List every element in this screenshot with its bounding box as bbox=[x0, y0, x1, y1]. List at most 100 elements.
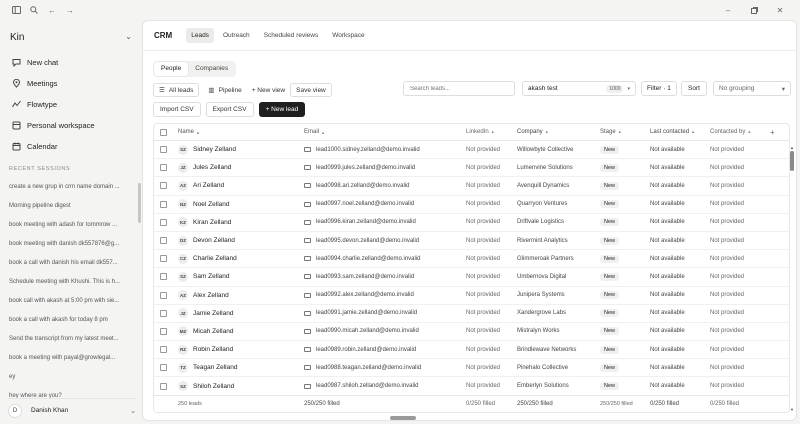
lead-name[interactable]: Alex Zelland bbox=[193, 292, 229, 299]
recent-session-item[interactable]: Schedule meeting with Khushi. This is h.… bbox=[9, 273, 134, 292]
recent-session-item[interactable]: book meeting with adash for tommrow ... bbox=[9, 216, 134, 235]
table-row[interactable]: AZ Alex Zelland lead0992.alex.zelland@demo… bbox=[154, 287, 789, 305]
lead-name[interactable]: Jamie Zelland bbox=[193, 310, 233, 317]
sidebar-item-personal-workspace[interactable]: Personal workspace bbox=[8, 115, 134, 136]
table-horizontal-scrollbar[interactable] bbox=[390, 416, 416, 420]
search-icon[interactable] bbox=[28, 4, 40, 16]
lead-name[interactable]: Shiloh Zelland bbox=[193, 383, 234, 390]
status-badge[interactable]: New bbox=[600, 345, 620, 354]
column-header-company[interactable]: Company ▲ bbox=[517, 129, 600, 135]
table-row[interactable]: SZ Shiloh Zelland lead0987.shiloh.zelland@… bbox=[154, 377, 789, 396]
row-checkbox[interactable] bbox=[160, 291, 167, 299]
tab-people[interactable]: People bbox=[154, 62, 189, 76]
lead-name[interactable]: Jules Zelland bbox=[193, 164, 231, 171]
table-row[interactable]: RZ Robin Zelland lead0989.robin.zelland@de… bbox=[154, 341, 789, 360]
row-checkbox[interactable] bbox=[160, 382, 167, 390]
lead-name[interactable]: Sam Zelland bbox=[193, 273, 230, 280]
status-badge[interactable]: New bbox=[600, 163, 620, 172]
tab-companies[interactable]: Companies bbox=[188, 62, 235, 76]
lead-name[interactable]: Noel Zelland bbox=[193, 201, 230, 208]
column-header-last-contacted[interactable]: Last contacted ▲ bbox=[650, 129, 710, 135]
table-row[interactable]: KZ Kiran Zelland lead0996.kiran.zelland@de… bbox=[154, 214, 789, 232]
table-vertical-scrollbar[interactable] bbox=[790, 151, 794, 171]
lead-email[interactable]: lead0987.shiloh.zelland@demo.invalid bbox=[316, 383, 419, 389]
lead-email[interactable]: lead0993.sam.zelland@demo.invalid bbox=[316, 274, 414, 280]
column-header-stage[interactable]: Stage ▲ bbox=[600, 129, 650, 135]
row-checkbox[interactable] bbox=[160, 200, 167, 208]
workspace-name[interactable]: Kin bbox=[10, 32, 24, 43]
table-row[interactable]: MZ Micah Zelland lead0990.micah.zelland@de… bbox=[154, 323, 789, 342]
view-selector[interactable]: ☰ All leads bbox=[153, 83, 200, 97]
table-row[interactable]: JZ Jules Zelland lead0999.jules.zelland@de… bbox=[154, 159, 789, 178]
status-badge[interactable]: New bbox=[600, 363, 620, 372]
sidebar-item-flowtype[interactable]: Flowtype bbox=[8, 94, 134, 115]
lead-email[interactable]: lead0991.jamie.zelland@demo.invalid bbox=[316, 310, 417, 316]
table-row[interactable]: CZ Charlie Zelland lead0994.charlie.zellan… bbox=[154, 250, 789, 269]
new-view-button[interactable]: + New view bbox=[247, 83, 290, 97]
scroll-up-icon[interactable]: ▲ bbox=[790, 145, 794, 150]
grouping-select[interactable]: No grouping ▾ bbox=[713, 81, 791, 96]
back-arrow-icon[interactable]: ← bbox=[46, 4, 58, 16]
recent-session-item[interactable]: book a call with akash for today 8 pm bbox=[9, 311, 134, 330]
column-header-linkedin[interactable]: LinkedIn ▲ bbox=[466, 129, 517, 135]
sidebar-toggle-icon[interactable] bbox=[10, 4, 22, 16]
row-checkbox[interactable] bbox=[160, 146, 167, 154]
lead-name[interactable]: Robin Zelland bbox=[193, 346, 233, 353]
save-view-button[interactable]: Save view bbox=[290, 83, 332, 97]
import-csv-button[interactable]: Import CSV bbox=[153, 102, 201, 117]
lead-name[interactable]: Teagan Zelland bbox=[193, 364, 237, 371]
row-checkbox[interactable] bbox=[160, 237, 167, 245]
sidebar-item-calendar[interactable]: Calendar bbox=[8, 136, 134, 157]
lead-name[interactable]: Charlie Zelland bbox=[193, 255, 237, 262]
table-row[interactable]: JZ Jamie Zelland lead0991.jamie.zelland@de… bbox=[154, 305, 789, 323]
status-badge[interactable]: New bbox=[600, 254, 620, 263]
status-badge[interactable]: New bbox=[600, 181, 620, 190]
recent-session-item[interactable]: book call with akash at 5:00 pm with sie… bbox=[9, 292, 134, 311]
table-row[interactable]: DZ Devon Zelland lead0995.devon.zelland@de… bbox=[154, 232, 789, 251]
export-csv-button[interactable]: Export CSV bbox=[205, 102, 254, 117]
table-row[interactable]: SZ Sidney Zelland lead1000.sidney.zelland@… bbox=[154, 141, 789, 160]
search-input[interactable] bbox=[403, 81, 515, 96]
table-row[interactable]: NZ Noel Zelland lead0997.noel.zelland@demo… bbox=[154, 196, 789, 214]
recent-session-item[interactable]: Morning pipeline digest bbox=[9, 197, 134, 216]
row-checkbox[interactable] bbox=[160, 273, 167, 281]
lead-email[interactable]: lead0988.teagan.zelland@demo.invalid bbox=[316, 365, 421, 371]
row-checkbox[interactable] bbox=[160, 364, 167, 372]
new-lead-button[interactable]: + New lead bbox=[258, 102, 306, 117]
lead-email[interactable]: lead0990.micah.zelland@demo.invalid bbox=[316, 328, 419, 334]
tab-workspace[interactable]: Workspace bbox=[327, 28, 369, 43]
status-badge[interactable]: New bbox=[600, 272, 620, 281]
sidebar-scrollbar[interactable] bbox=[138, 183, 141, 223]
lead-email[interactable]: lead0992.alex.zelland@demo.invalid bbox=[316, 292, 414, 298]
maximize-icon[interactable] bbox=[748, 4, 760, 16]
column-header-contacted-by[interactable]: Contacted by ▲ bbox=[710, 129, 770, 135]
row-checkbox[interactable] bbox=[160, 182, 167, 190]
select-all-checkbox[interactable] bbox=[160, 128, 167, 136]
sort-button[interactable]: Sort bbox=[681, 81, 707, 96]
filter-button[interactable]: Filter · 1 bbox=[641, 81, 677, 96]
status-badge[interactable]: New bbox=[600, 382, 620, 391]
row-checkbox[interactable] bbox=[160, 309, 167, 317]
status-badge[interactable]: New bbox=[600, 291, 620, 300]
lead-email[interactable]: lead0999.jules.zelland@demo.invalid bbox=[316, 165, 415, 171]
row-checkbox[interactable] bbox=[160, 327, 167, 335]
recent-session-item[interactable]: book a call with danish his email dk557.… bbox=[9, 254, 134, 273]
row-checkbox[interactable] bbox=[160, 164, 167, 172]
tab-leads[interactable]: Leads bbox=[186, 28, 214, 43]
recent-session-item[interactable]: book meeting with danish dk557876@g... bbox=[9, 235, 134, 254]
lead-name[interactable]: Micah Zelland bbox=[193, 328, 233, 335]
scroll-down-icon[interactable]: ▼ bbox=[790, 407, 794, 412]
lead-email[interactable]: lead0994.charlie.zelland@demo.invalid bbox=[316, 256, 421, 262]
tab-outreach[interactable]: Outreach bbox=[218, 28, 255, 43]
recent-session-item[interactable]: book a meeting with payal@growlegal... bbox=[9, 349, 134, 368]
close-icon[interactable]: ✕ bbox=[774, 4, 786, 16]
lead-name[interactable]: Ari Zelland bbox=[193, 182, 224, 189]
recent-session-item[interactable]: Send the transcript from my latest meet.… bbox=[9, 330, 134, 349]
lead-name[interactable]: Kiran Zelland bbox=[193, 219, 231, 226]
lead-email[interactable]: lead0997.noel.zelland@demo.invalid bbox=[316, 201, 414, 207]
recent-session-item[interactable]: ey bbox=[9, 368, 134, 387]
status-badge[interactable]: New bbox=[600, 218, 620, 227]
row-checkbox[interactable] bbox=[160, 218, 167, 226]
lead-email[interactable]: lead1000.sidney.zelland@demo.invalid bbox=[316, 147, 420, 153]
status-badge[interactable]: New bbox=[600, 327, 620, 336]
